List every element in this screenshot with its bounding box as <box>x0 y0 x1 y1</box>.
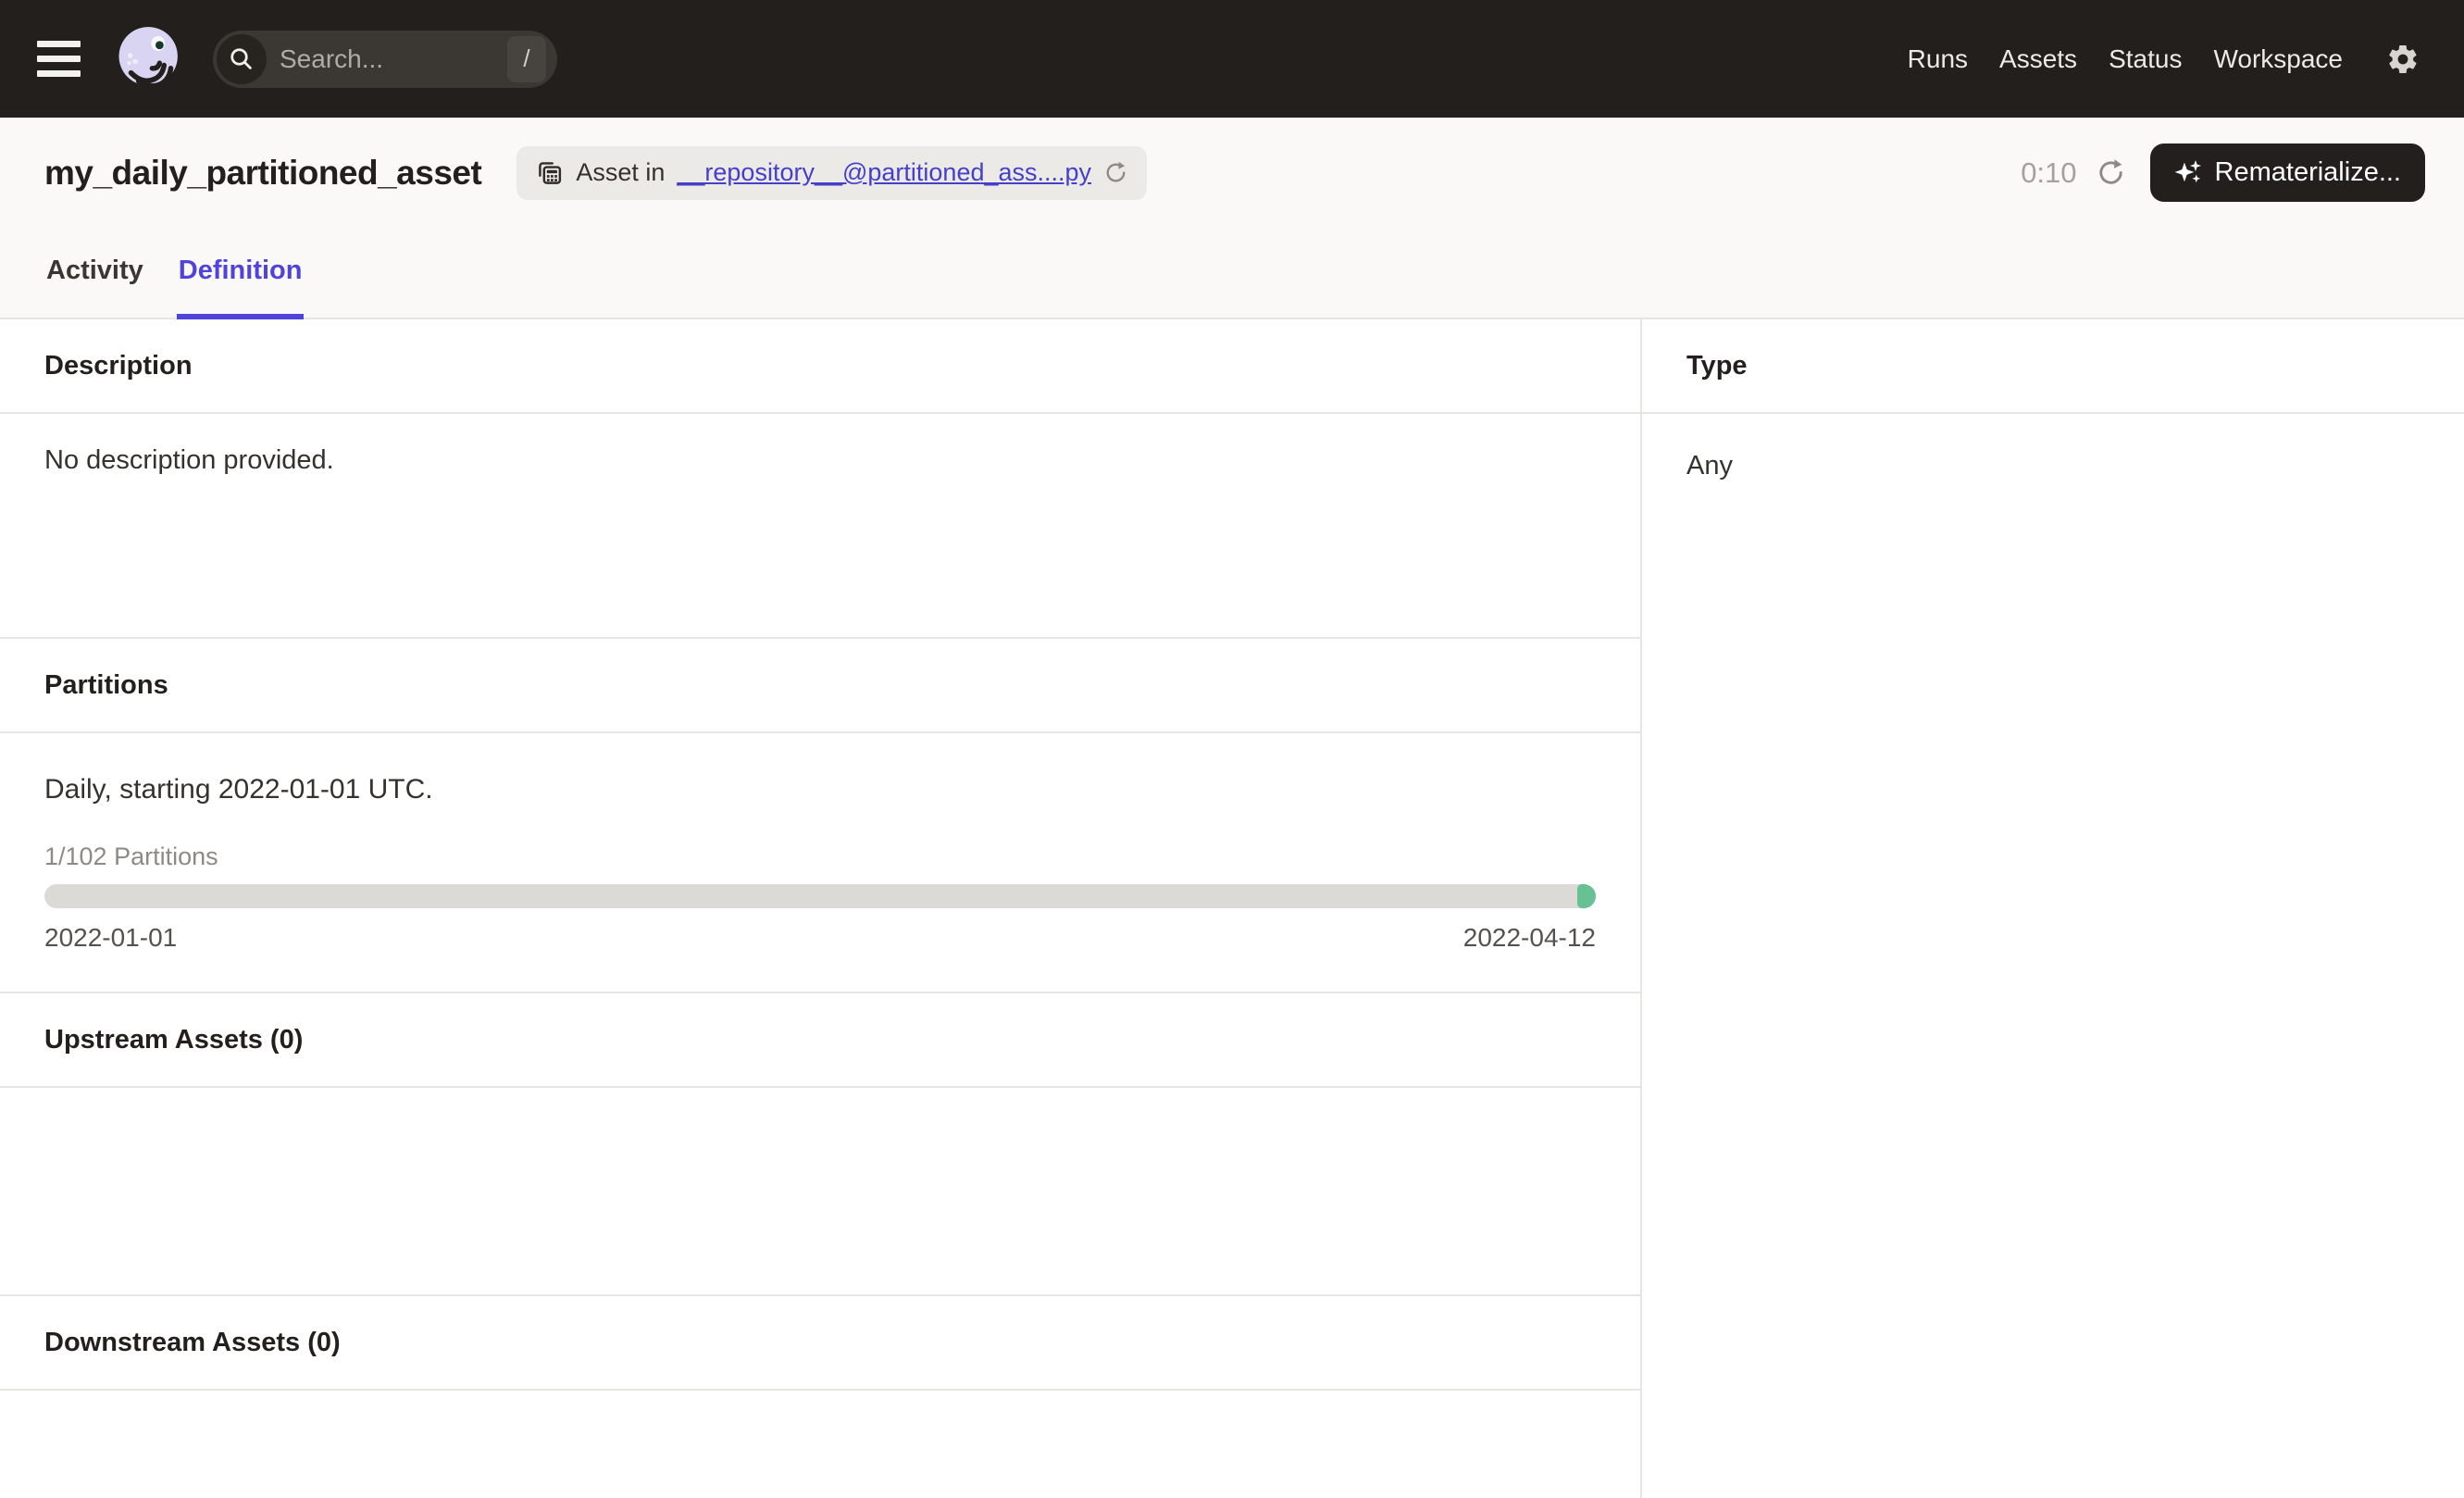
asset-detail-page: / Runs Assets Status Workspace my_daily_… <box>0 0 2464 1498</box>
page-header: my_daily_partitioned_asset Asset in __re… <box>0 118 2464 319</box>
upstream-assets-body <box>0 1088 1640 1296</box>
settings-gear-icon[interactable] <box>2386 43 2420 76</box>
refresh-icon[interactable] <box>2096 157 2126 188</box>
page-title: my_daily_partitioned_asset <box>44 154 481 193</box>
tab-bar: Activity Definition <box>0 256 2464 318</box>
asset-in-label: Asset in <box>576 158 665 187</box>
nav-link-workspace[interactable]: Workspace <box>2197 44 2358 74</box>
nav-link-status[interactable]: Status <box>2093 44 2197 74</box>
partition-range-start: 2022-01-01 <box>44 923 177 953</box>
search-input[interactable] <box>267 44 507 74</box>
reload-location-icon[interactable] <box>1103 160 1128 185</box>
type-value: Any <box>1642 414 2464 513</box>
search-box[interactable]: / <box>213 31 557 88</box>
partition-definition-text: Daily, starting 2022-01-01 UTC. <box>44 774 1596 805</box>
rematerialize-label: Rematerialize... <box>2215 157 2401 188</box>
downstream-assets-heading: Downstream Assets (0) <box>0 1296 1640 1391</box>
partitions-body: Daily, starting 2022-01-01 UTC. 1/102 Pa… <box>0 733 1640 993</box>
partitions-heading: Partitions <box>0 639 1640 733</box>
partition-count-label: 1/102 Partitions <box>44 843 1596 871</box>
repository-link[interactable]: __repository__@partitioned_ass....py <box>677 158 1091 187</box>
sparkle-icon <box>2174 158 2203 187</box>
nav-links: Runs Assets Status Workspace <box>1892 44 2358 74</box>
definition-content: Description No description provided. Par… <box>0 319 2464 1498</box>
left-column: Description No description provided. Par… <box>0 319 1642 1498</box>
search-icon <box>217 34 267 84</box>
tab-definition[interactable]: Definition <box>177 256 305 318</box>
top-nav: / Runs Assets Status Workspace <box>0 0 2464 118</box>
asset-origin-badge: Asset in __repository__@partitioned_ass.… <box>516 146 1147 200</box>
rematerialize-button[interactable]: Rematerialize... <box>2150 144 2425 202</box>
downstream-assets-body <box>0 1391 1640 1498</box>
description-body: No description provided. <box>0 414 1640 639</box>
partition-range-end: 2022-04-12 <box>1463 923 1596 953</box>
upstream-assets-heading: Upstream Assets (0) <box>0 993 1640 1088</box>
search-shortcut-key: / <box>507 36 546 82</box>
type-heading: Type <box>1642 319 2464 414</box>
nav-link-assets[interactable]: Assets <box>1984 44 2093 74</box>
repository-icon <box>535 158 564 187</box>
partition-progress-materialized <box>1577 884 1596 908</box>
dagster-logo-icon <box>113 23 185 95</box>
nav-link-runs[interactable]: Runs <box>1892 44 1984 74</box>
description-heading: Description <box>0 319 1640 414</box>
tab-activity[interactable]: Activity <box>44 256 145 318</box>
partition-progress-bar <box>44 884 1596 908</box>
menu-icon[interactable] <box>37 38 89 81</box>
refresh-countdown: 0:10 <box>2021 156 2076 190</box>
right-column: Type Any <box>1642 319 2464 1498</box>
